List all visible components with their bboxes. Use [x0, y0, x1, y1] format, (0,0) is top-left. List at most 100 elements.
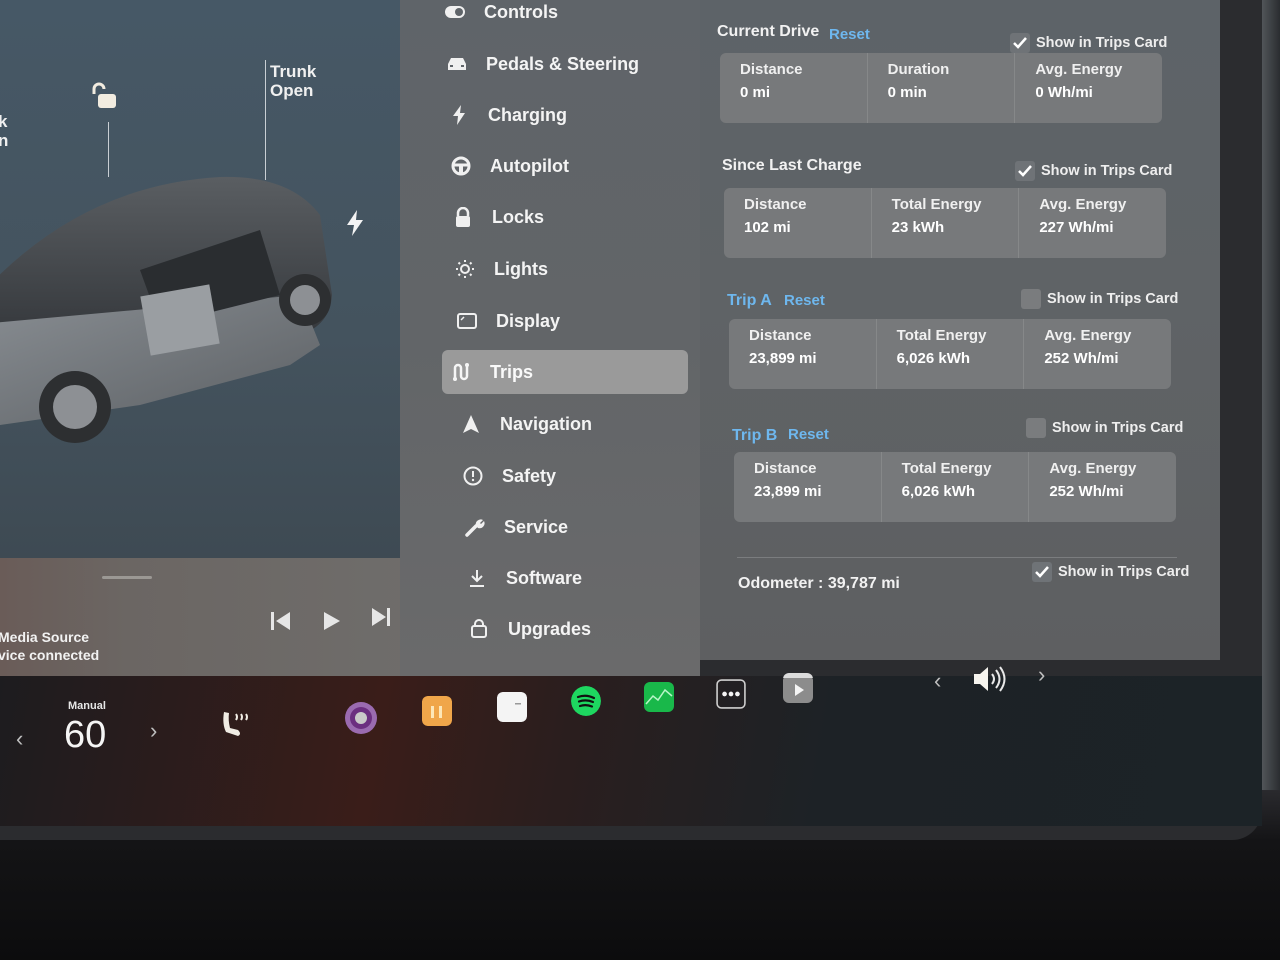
- volume-decrease-chevron-icon[interactable]: ‹: [934, 668, 941, 694]
- wrench-icon: [464, 516, 486, 538]
- play-icon[interactable]: [318, 608, 344, 634]
- car-icon: [446, 53, 468, 75]
- menu-item-charging[interactable]: Charging: [440, 93, 686, 137]
- seat-heater-icon[interactable]: [220, 710, 252, 740]
- next-track-icon[interactable]: [368, 604, 394, 630]
- stat-value: 227 Wh/mi: [1039, 219, 1114, 236]
- lock-callout-line: [108, 122, 109, 177]
- odometer-value: 39,787 mi: [827, 575, 900, 592]
- camera-app-icon[interactable]: [344, 701, 378, 735]
- menu-item-trips[interactable]: Trips: [442, 350, 688, 394]
- stat-cell: Total Energy 6,026 kWh: [882, 452, 1030, 522]
- stat-value: 252 Wh/mi: [1049, 483, 1124, 500]
- trip-b-show-checkbox[interactable]: Show in Trips Card: [1026, 418, 1183, 438]
- menu-item-navigation[interactable]: Navigation: [452, 402, 698, 446]
- stat-value: 23 kWh: [891, 219, 945, 236]
- stat-value: 6,026 kWh: [901, 483, 976, 500]
- since-last-charge-title: Since Last Charge: [722, 157, 862, 174]
- spotify-app-icon[interactable]: [571, 686, 601, 716]
- temperature-value[interactable]: 60: [64, 714, 106, 757]
- checkbox-label: Show in Trips Card: [1058, 564, 1190, 580]
- section-divider: [737, 557, 1177, 558]
- odometer-separator: :: [818, 575, 824, 592]
- trips-icon: [450, 361, 472, 383]
- car-model-image: [0, 176, 332, 443]
- menu-item-software[interactable]: Software: [458, 556, 704, 600]
- checkbox-label: Show in Trips Card: [1052, 420, 1184, 436]
- menu-item-label: Autopilot: [490, 155, 569, 176]
- car-visualization[interactable]: k n Trunk Open: [0, 0, 418, 560]
- menu-item-safety[interactable]: Safety: [454, 454, 700, 498]
- menu-item-controls[interactable]: Controls: [436, 0, 682, 34]
- stat-label: Total Energy: [901, 460, 992, 477]
- unlock-icon[interactable]: [90, 82, 118, 110]
- previous-track-icon[interactable]: [268, 608, 294, 634]
- trunk-label: Trunk: [270, 62, 317, 81]
- trunk-callout[interactable]: Trunk Open: [270, 62, 316, 100]
- menu-item-label: Navigation: [500, 413, 593, 434]
- stat-cell: Distance 23,899 mi: [729, 319, 877, 389]
- callout-line-1: k: [0, 112, 8, 131]
- stat-cell: Duration 0 min: [868, 53, 1016, 123]
- theater-app-icon[interactable]: [783, 673, 813, 703]
- menu-item-autopilot[interactable]: Autopilot: [442, 144, 688, 188]
- menu-item-locks[interactable]: Locks: [444, 195, 690, 239]
- toybox-app-icon[interactable]: [422, 696, 452, 726]
- speaker-volume-icon[interactable]: [972, 664, 1008, 694]
- media-source-info: Media Source vice connected: [0, 628, 99, 664]
- current-drive-show-checkbox[interactable]: Show in Trips Card: [1010, 33, 1167, 53]
- temp-increase-chevron-icon[interactable]: ›: [150, 718, 157, 744]
- stat-label: Distance: [740, 61, 803, 78]
- callout-line-2: n: [0, 131, 9, 150]
- odometer-label: Odometer: [738, 575, 814, 592]
- stat-label: Distance: [744, 196, 807, 213]
- trips-panel: Current Drive Reset Show in Trips Card D…: [700, 0, 1220, 660]
- stat-value: 6,026 kWh: [896, 350, 971, 367]
- trip-a-show-checkbox[interactable]: Show in Trips Card: [1021, 289, 1178, 309]
- menu-item-lights[interactable]: Lights: [446, 247, 692, 291]
- stat-label: Avg. Energy: [1035, 61, 1123, 78]
- since-last-charge-card: Distance 102 mi Total Energy 23 kWh Avg. E…: [724, 188, 1166, 258]
- more-apps-icon[interactable]: [716, 679, 746, 709]
- current-drive-reset-button[interactable]: Reset: [829, 26, 870, 43]
- temp-decrease-chevron-icon[interactable]: ‹: [16, 726, 23, 752]
- media-source-title: Media Source: [0, 629, 90, 645]
- stat-label: Avg. Energy: [1044, 327, 1132, 344]
- menu-item-pedals-steering[interactable]: Pedals & Steering: [438, 42, 684, 86]
- since-last-charge-show-checkbox[interactable]: Show in Trips Card: [1015, 161, 1172, 181]
- stat-label: Distance: [749, 327, 812, 344]
- stat-cell: Distance 102 mi: [724, 188, 872, 258]
- media-drag-handle[interactable]: [102, 576, 152, 579]
- volume-increase-chevron-icon[interactable]: ›: [1038, 662, 1045, 688]
- current-drive-card: Distance 0 mi Duration 0 min Avg. Energy 0 …: [720, 53, 1162, 123]
- menu-item-service[interactable]: Service: [456, 505, 702, 549]
- stat-value: 0 Wh/mi: [1035, 84, 1093, 101]
- trip-b-reset-button[interactable]: Reset: [788, 426, 829, 443]
- stat-value: 23,899 mi: [749, 350, 817, 367]
- trunk-status: Open: [270, 81, 314, 100]
- menu-item-upgrades[interactable]: Upgrades: [460, 607, 706, 651]
- checkbox-label: Show in Trips Card: [1047, 291, 1179, 307]
- trip-b-title: Trip B: [732, 427, 778, 444]
- lock-icon: [452, 206, 474, 228]
- trip-a-reset-button[interactable]: Reset: [784, 292, 825, 309]
- stat-label: Avg. Energy: [1039, 196, 1127, 213]
- alert-circle-icon: [462, 465, 484, 487]
- media-player[interactable]: Media Source vice connected: [0, 558, 420, 676]
- trip-a-card: Distance 23,899 mi Total Energy 6,026 kWh …: [729, 319, 1171, 389]
- bag-icon: [468, 618, 490, 640]
- steering-wheel-icon: [450, 155, 472, 177]
- display-icon: [456, 310, 478, 332]
- charge-port-icon[interactable]: [345, 210, 365, 236]
- menu-item-label: Safety: [502, 465, 557, 486]
- menu-item-display[interactable]: Display: [448, 299, 694, 343]
- stat-cell: Avg. Energy 0 Wh/mi: [1015, 53, 1162, 123]
- checkbox-unchecked-icon: [1021, 289, 1041, 309]
- stat-label: Distance: [754, 460, 817, 477]
- energy-app-icon[interactable]: [644, 682, 674, 712]
- calendar-app-icon[interactable]: [497, 692, 527, 722]
- menu-item-label: Controls: [484, 1, 558, 22]
- odometer-readout: Odometer : 39,787 mi: [738, 575, 900, 593]
- odometer-show-checkbox[interactable]: Show in Trips Card: [1032, 562, 1189, 582]
- toggle-icon: [444, 1, 466, 23]
